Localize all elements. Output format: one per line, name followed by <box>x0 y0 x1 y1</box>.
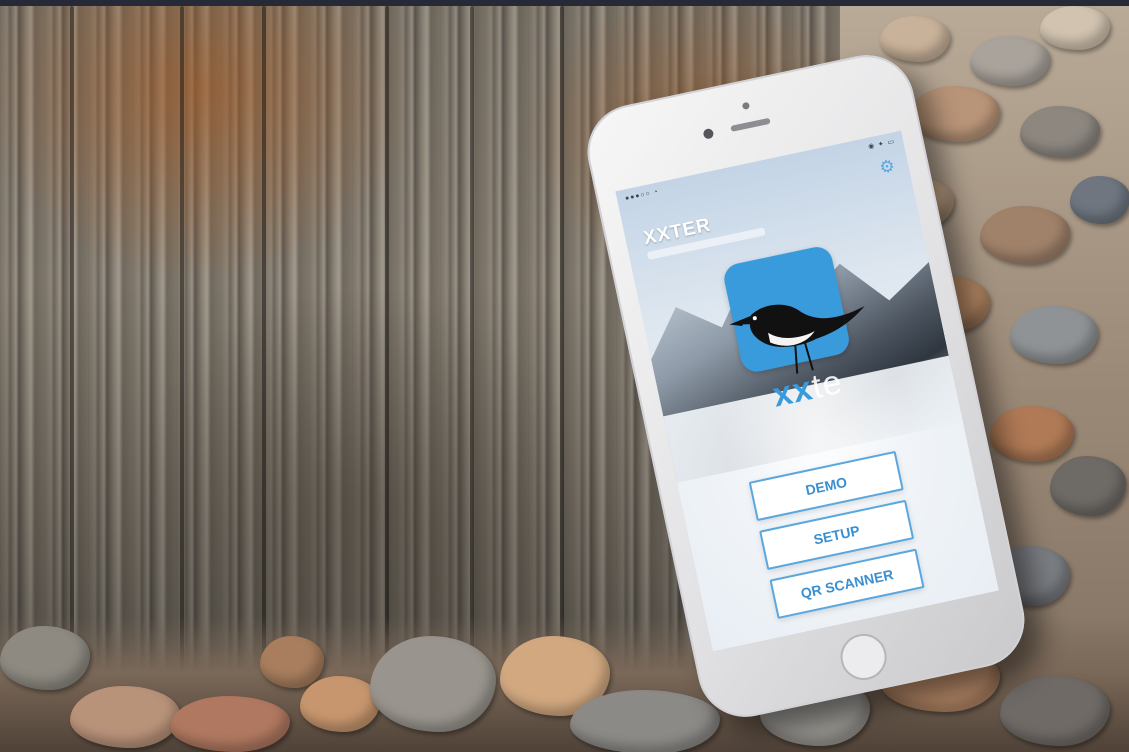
earpiece-speaker <box>730 117 771 132</box>
pebble <box>1040 6 1110 50</box>
status-icons: ◉ ✦ ▭ <box>867 138 896 151</box>
front-camera <box>702 127 715 140</box>
pebble <box>980 206 1070 264</box>
pebble <box>370 636 496 732</box>
status-bar: ●●●○○ ◔ ◉ ✦ ▭ <box>615 131 904 209</box>
pebble <box>990 406 1074 462</box>
pebble <box>260 636 324 688</box>
proximity-sensor <box>741 101 751 111</box>
home-button[interactable] <box>836 629 891 685</box>
status-carrier: ●●●○○ ◔ <box>624 187 660 202</box>
pebble <box>910 86 1000 142</box>
pebble <box>1010 306 1098 364</box>
pebble <box>880 16 950 62</box>
pebble <box>970 36 1050 86</box>
pebble <box>170 696 290 752</box>
pebble <box>1070 176 1129 224</box>
pebble <box>1050 456 1126 516</box>
pebble <box>300 676 380 732</box>
pebble <box>0 626 90 690</box>
photo-scene: ●●●○○ ◔ ◉ ✦ ▭ ⚙ XXTER xxte DEMO SETUP QR… <box>0 6 1129 752</box>
pebble <box>70 686 180 748</box>
pebble <box>1000 676 1110 746</box>
gear-icon[interactable]: ⚙ <box>877 156 898 178</box>
pebble <box>1020 106 1100 158</box>
pebble <box>570 690 720 752</box>
